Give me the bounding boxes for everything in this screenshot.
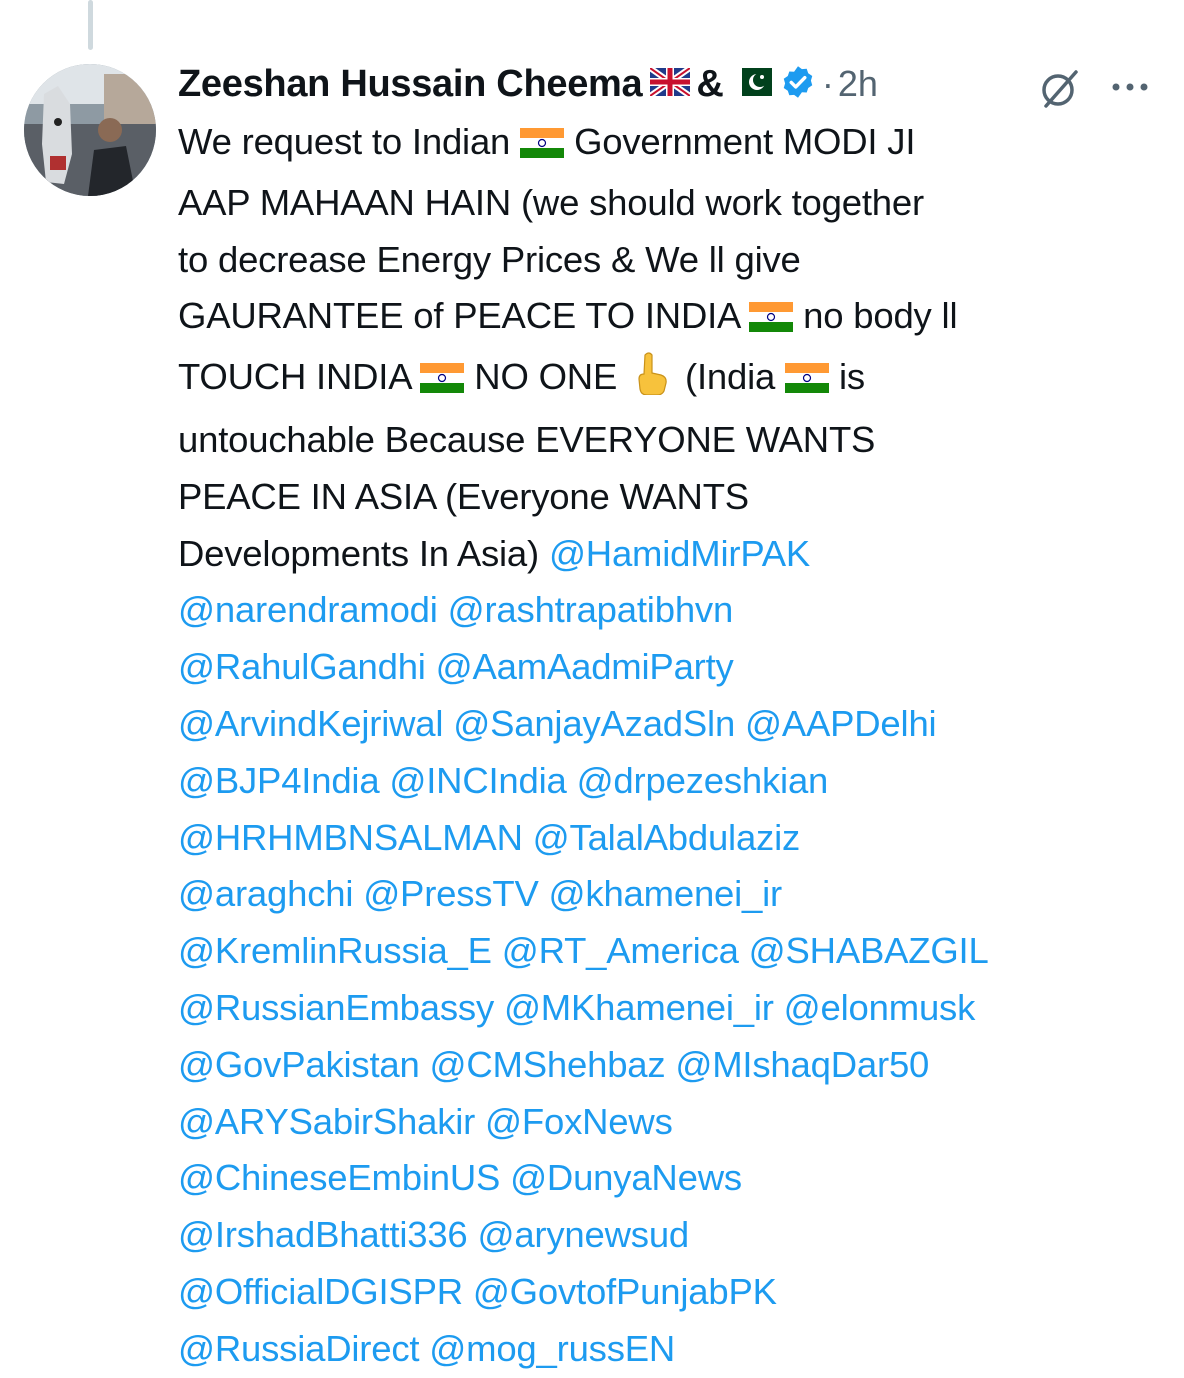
mention-line[interactable]: @BJP4India @INCIndia @drpezeshkian xyxy=(178,753,1154,810)
index-pointing-up-icon xyxy=(631,351,671,412)
tweet-line: AAP MAHAAN HAIN (we should work together xyxy=(178,181,924,223)
text-segment: GAURANTEE of PEACE TO INDIA xyxy=(178,295,740,337)
tweet-line: to decrease Energy Prices & We ll give xyxy=(178,238,801,280)
verified-badge-icon[interactable] xyxy=(780,64,816,105)
tweet-content: Zeeshan Hussain Cheema & · 2h We request… xyxy=(178,54,1154,1378)
text-segment: TOUCH INDIA xyxy=(178,356,411,398)
mention-line[interactable]: @ARYSabirShakir @FoxNews xyxy=(178,1094,1154,1151)
tweet-header: Zeeshan Hussain Cheema & · 2h xyxy=(178,54,1154,114)
mention-line[interactable]: @narendramodi @rashtrapatibhvn xyxy=(178,582,1154,639)
india-flag-icon xyxy=(785,353,830,410)
mention-line[interactable]: @RussiaDirect @mog_russEN xyxy=(178,1321,1154,1378)
india-flag-icon xyxy=(420,353,465,410)
mention-line[interactable]: @KremlinRussia_E @RT_America @SHABAZGIL xyxy=(178,923,1154,980)
name-ampersand: & xyxy=(696,62,724,105)
text-segment: is xyxy=(839,356,865,398)
tweet-line: untouchable Because EVERYONE WANTS xyxy=(178,418,876,460)
text-segment: Government MODI JI xyxy=(574,121,916,162)
mention-line[interactable]: @ArvindKejriwal @SanjayAzadSln @AAPDelhi xyxy=(178,696,1154,753)
tweet-line: TOUCH INDIA NO ONE (India is xyxy=(178,349,1154,412)
mention-line[interactable]: @GovPakistan @CMShehbaz @MIshaqDar50 xyxy=(178,1037,1154,1094)
india-flag-icon xyxy=(520,118,565,175)
avatar[interactable] xyxy=(24,64,156,196)
text-segment: (India xyxy=(685,356,776,398)
timestamp[interactable]: 2h xyxy=(838,63,878,105)
mention-line[interactable]: @RahulGandhi @AamAadmiParty xyxy=(178,639,1154,696)
mention-link[interactable]: @HamidMirPAK xyxy=(549,533,810,574)
india-flag-icon xyxy=(749,292,794,349)
tweet-text: We request to Indian Government MODI JI … xyxy=(178,114,1154,1378)
thread-connector-line xyxy=(88,0,93,50)
text-segment: We request to Indian xyxy=(178,121,511,162)
tweet-line: Developments In Asia) @HamidMirPAK xyxy=(178,526,1154,583)
mention-line[interactable]: @IrshadBhatti336 @arynewsud xyxy=(178,1207,1154,1264)
pakistan-flag-icon xyxy=(731,67,772,101)
mention-line[interactable]: @araghchi @PressTV @khamenei_ir xyxy=(178,866,1154,923)
mention-line[interactable]: @OfficialDGISPR @GovtofPunjabPK xyxy=(178,1264,1154,1321)
text-segment: NO ONE xyxy=(474,356,618,398)
text-segment: Developments In Asia) xyxy=(178,532,539,574)
grok-icon[interactable] xyxy=(1038,66,1082,115)
mention-line[interactable]: @RussianEmbassy @MKhamenei_ir @elonmusk xyxy=(178,980,1154,1037)
text-segment: no body ll xyxy=(803,295,958,337)
mention-line[interactable]: @ChineseEmbinUS @DunyaNews xyxy=(178,1150,1154,1207)
tweet-line: PEACE IN ASIA (Everyone WANTS xyxy=(178,475,749,517)
uk-flag-icon xyxy=(648,65,693,101)
author-name[interactable]: Zeeshan Hussain Cheema xyxy=(178,63,643,106)
header-separator: · xyxy=(821,63,834,104)
mention-line[interactable]: @HRHMBNSALMAN @TalalAbdulaziz xyxy=(178,810,1154,867)
more-icon[interactable] xyxy=(1110,80,1150,98)
tweet-line: GAURANTEE of PEACE TO INDIA no body ll xyxy=(178,288,1154,349)
tweet-line: We request to Indian Government MODI JI xyxy=(178,114,1154,175)
